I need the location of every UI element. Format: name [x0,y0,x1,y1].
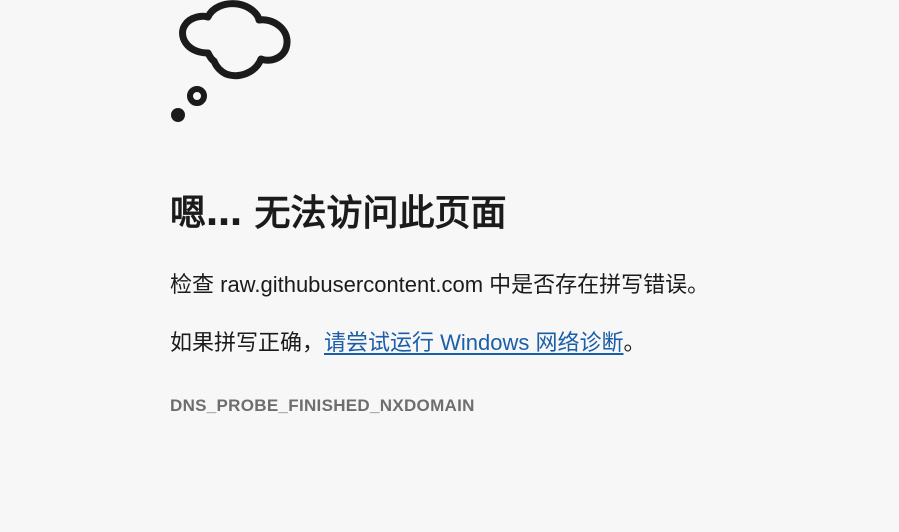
spelling-prefix: 如果拼写正确， [170,330,325,355]
check-prefix: 检查 [170,272,221,297]
page-title: 嗯… 无法访问此页面 [170,193,507,234]
network-diagnostics-link[interactable]: 请尝试运行 Windows 网络诊断 [324,330,623,355]
check-suffix: 中是否存在拼写错误。 [483,272,710,297]
spelling-check-message: 检查 raw.githubusercontent.com 中是否存在拼写错误。 [170,270,870,300]
error-content: 嗯… 无法访问此页面 检查 raw.githubusercontent.com … [170,188,870,416]
diagnostics-message: 如果拼写正确，请尝试运行 Windows 网络诊断。 [170,328,870,358]
host-name: raw.githubusercontent.com [220,272,484,297]
thought-bubble-icon [171,0,291,122]
error-code: DNS_PROBE_FINISHED_NXDOMAIN [170,396,475,415]
spelling-suffix: 。 [623,330,646,355]
error-page: 嗯… 无法访问此页面 检查 raw.githubusercontent.com … [0,0,899,532]
